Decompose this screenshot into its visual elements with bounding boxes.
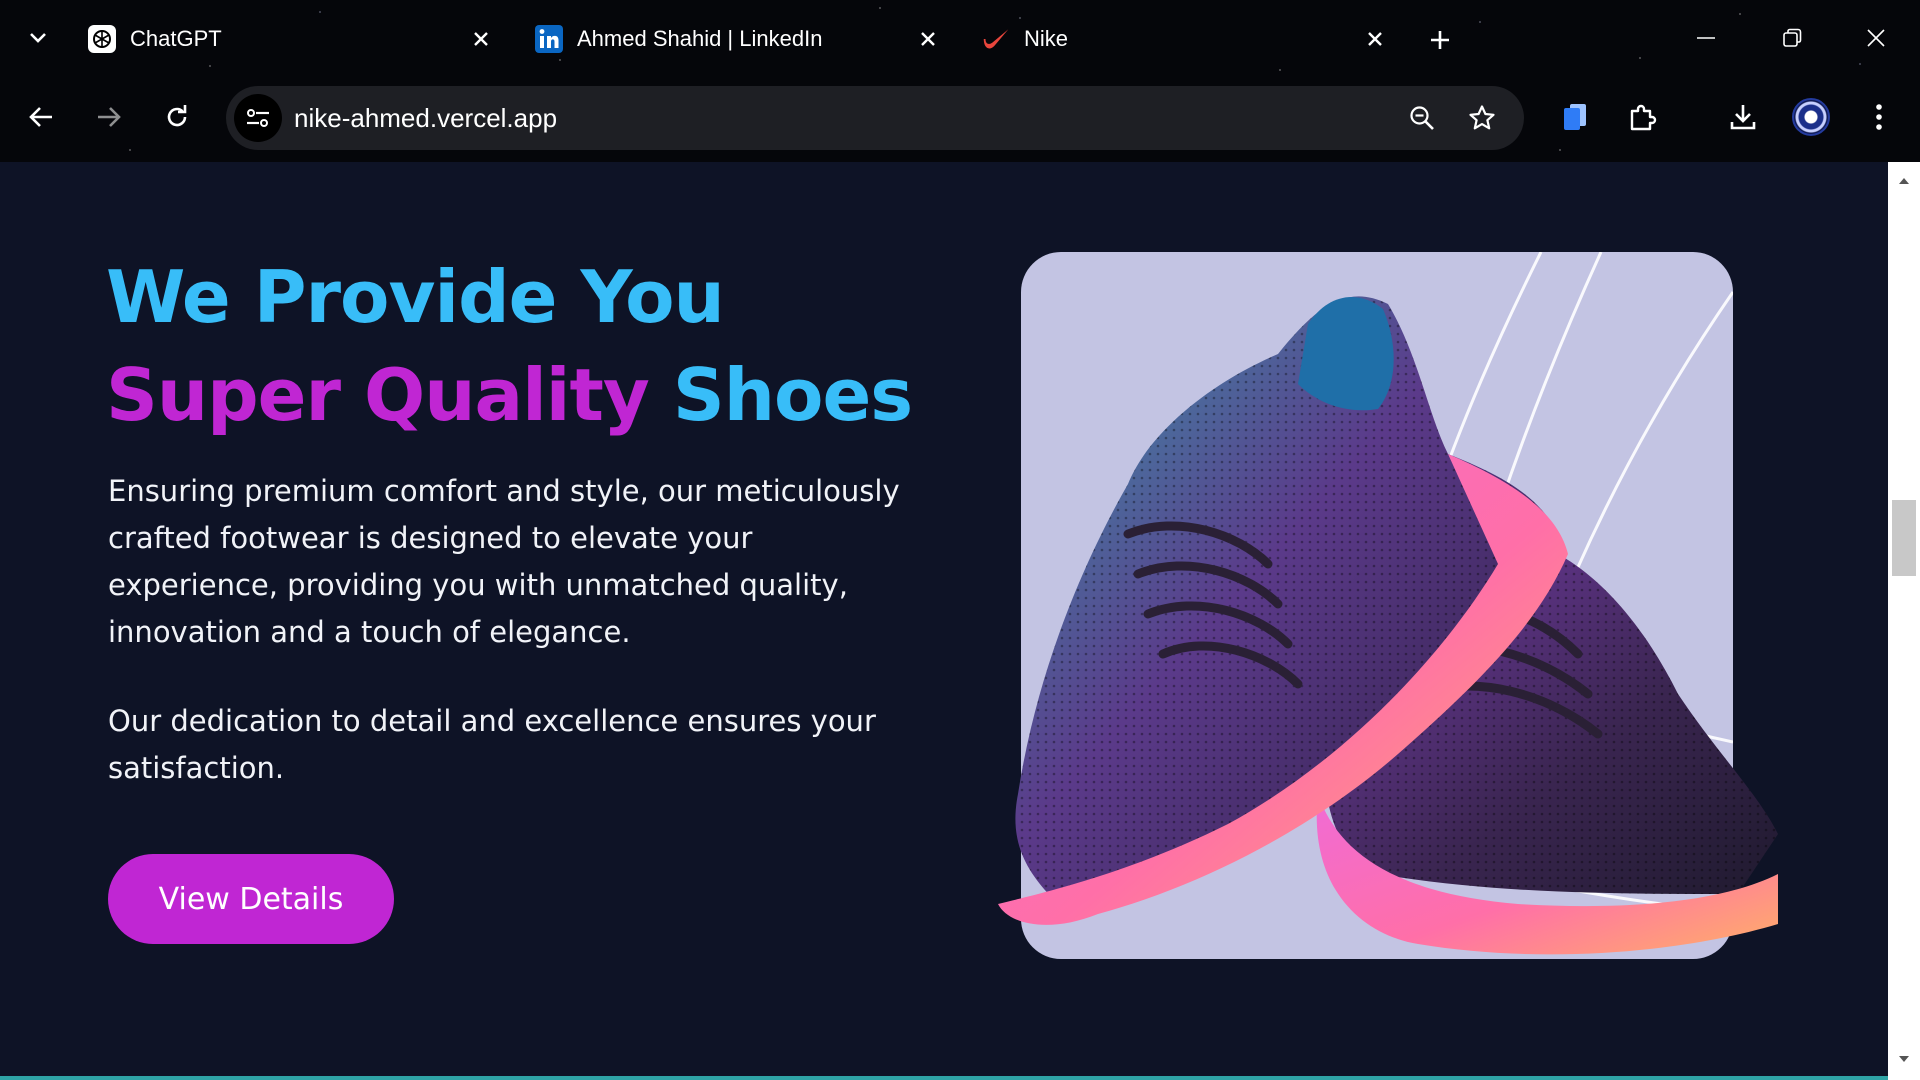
more-menu-icon[interactable] (1858, 96, 1900, 138)
close-tab-icon[interactable] (466, 24, 496, 54)
bookmark-star-icon[interactable] (1464, 100, 1500, 136)
profile-avatar-icon (1792, 98, 1830, 136)
scrollbar-thumb[interactable] (1892, 500, 1916, 576)
page-viewport: We Provide You Super Quality Shoes Ensur… (0, 162, 1888, 1080)
tab-nike[interactable]: Nike (982, 18, 1382, 60)
profile-avatar[interactable] (1790, 96, 1832, 138)
new-tab-plus-icon[interactable] (1422, 22, 1458, 58)
tab-chatgpt[interactable]: ChatGPT (88, 18, 488, 60)
url-text[interactable]: nike-ahmed.vercel.app (294, 103, 557, 134)
tab-title: Ahmed Shahid | LinkedIn (577, 26, 823, 51)
hero-title-line1: We Provide You (106, 255, 725, 339)
back-arrow-icon[interactable] (20, 96, 62, 138)
browser-chrome: ChatGPT Ahmed Shahid | LinkedIn Nike nik… (0, 0, 1920, 162)
hero-description: Ensuring premium comfort and style, our … (108, 474, 900, 649)
tab-linkedin[interactable]: Ahmed Shahid | LinkedIn (535, 18, 935, 60)
sneakers-image (998, 296, 1778, 955)
reload-icon[interactable] (156, 96, 198, 138)
close-tab-icon[interactable] (913, 24, 943, 54)
restore-window-icon[interactable] (1772, 20, 1812, 56)
linkedin-icon (535, 25, 563, 53)
forward-arrow-icon[interactable] (88, 96, 130, 138)
extension-docs-icon[interactable] (1554, 96, 1596, 138)
hero-title-line2-rest: Shoes (648, 353, 913, 437)
close-tab-icon[interactable] (1360, 24, 1390, 54)
minimize-window-icon[interactable] (1686, 20, 1726, 56)
scroll-down-arrow-icon[interactable] (1888, 1044, 1920, 1074)
extensions-puzzle-icon[interactable] (1622, 96, 1664, 138)
tab-strip: ChatGPT Ahmed Shahid | LinkedIn Nike (0, 0, 1920, 76)
close-window-icon[interactable] (1856, 20, 1896, 56)
tab-title: Nike (1024, 26, 1069, 51)
zoom-out-icon[interactable] (1404, 100, 1440, 136)
hero-subdescription: Our dedication to detail and excellence … (108, 704, 876, 785)
chatgpt-icon (88, 25, 116, 53)
tab-search-chevron-icon[interactable] (22, 22, 54, 54)
download-icon[interactable] (1722, 96, 1764, 138)
page-scrollbar[interactable] (1888, 162, 1920, 1080)
hero-title: We Provide You Super Quality Shoes (106, 248, 913, 444)
site-settings-icon[interactable] (234, 94, 282, 142)
page-bottom-accent-bar (0, 1076, 1888, 1080)
nike-swoosh-icon (982, 25, 1010, 53)
hero-title-accent: Super Quality (106, 353, 650, 437)
scroll-up-arrow-icon[interactable] (1888, 166, 1920, 196)
view-details-button[interactable]: View Details (108, 854, 394, 944)
browser-toolbar: nike-ahmed.vercel.app (0, 84, 1920, 150)
address-bar[interactable]: nike-ahmed.vercel.app (226, 86, 1524, 150)
tab-title: ChatGPT (130, 26, 222, 51)
